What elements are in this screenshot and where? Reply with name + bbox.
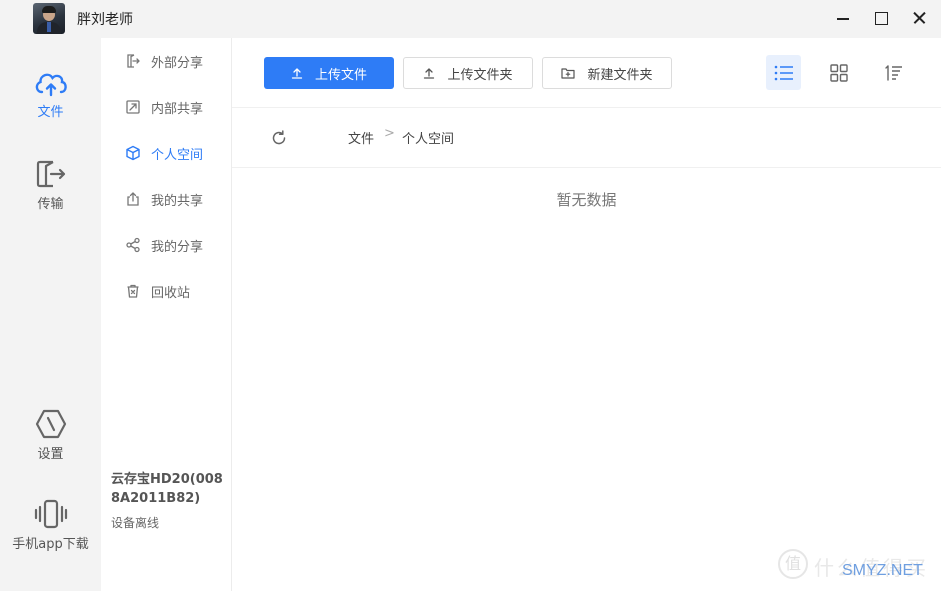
upload-folder-label: 上传文件夹 — [447, 67, 513, 83]
device-status: 设备离线 — [111, 516, 160, 530]
subnav-item-personal-space[interactable]: 个人空间 — [125, 143, 203, 163]
cube-icon — [126, 145, 140, 161]
subnav-item-label: 内部共享 — [151, 101, 204, 117]
list-view-button[interactable] — [766, 55, 801, 90]
subnav-item-label: 个人空间 — [151, 147, 204, 163]
path-bar: 文件 > 个人空间 — [232, 108, 941, 168]
share-nodes-icon — [126, 237, 140, 253]
external-share-icon — [127, 54, 140, 68]
secondary-nav: 外部分享 内部共享 个人空间 我的共享 我的分享 回收站 云存宝HD20(008… — [101, 38, 232, 591]
empty-state-text: 暂无数据 — [556, 191, 617, 209]
subnav-item-my-links[interactable]: 我的分享 — [125, 235, 203, 255]
subnav-item-internal-share[interactable]: 内部共享 — [125, 97, 203, 117]
rail-item-app-download[interactable]: 手机app下载 — [0, 498, 101, 552]
new-folder-icon — [561, 68, 576, 79]
upload-icon — [424, 68, 435, 79]
grid-view-icon — [829, 63, 848, 82]
rail-item-label: 文件 — [37, 105, 64, 120]
watermark-logo: 值 — [778, 549, 808, 579]
breadcrumb-files[interactable]: 文件 — [348, 128, 374, 147]
rail-item-transfer[interactable]: 传输 — [0, 158, 101, 212]
upload-file-button[interactable]: 上传文件 — [264, 57, 394, 89]
transfer-icon — [36, 160, 65, 188]
upload-share-icon — [127, 192, 139, 206]
new-folder-button[interactable]: 新建文件夹 — [542, 57, 672, 89]
upload-file-label: 上传文件 — [314, 67, 367, 83]
device-name: 云存宝HD20(0088A2011B82) — [111, 472, 223, 506]
breadcrumb-personal-space: 个人空间 — [402, 132, 455, 147]
trash-icon — [127, 284, 139, 298]
settings-icon — [35, 409, 66, 439]
rail-item-label: 设置 — [37, 447, 64, 462]
subnav-item-label: 回收站 — [151, 285, 191, 301]
watermark-site: SMYZ.NET — [842, 562, 923, 579]
maximize-icon[interactable] — [866, 5, 896, 31]
phone-icon — [34, 499, 67, 529]
cloud-icon — [35, 73, 67, 97]
upload-icon — [291, 68, 303, 79]
upload-folder-button[interactable]: 上传文件夹 — [403, 57, 533, 89]
primary-nav: 文件 传输 设置 手机app下载 — [0, 38, 101, 591]
internal-share-icon — [126, 100, 140, 114]
close-icon[interactable] — [905, 5, 935, 31]
minimize-icon[interactable] — [828, 5, 858, 31]
rail-item-files[interactable]: 文件 — [0, 68, 101, 120]
device-info: 云存宝HD20(0088A2011B82) 设备离线 — [111, 470, 229, 531]
rail-item-settings[interactable]: 设置 — [0, 408, 101, 462]
toolbar: 上传文件 上传文件夹 新建文件夹 — [232, 38, 941, 108]
list-view-icon — [774, 65, 793, 80]
watermark: 值 什么值得买 SMYZ.NET — [778, 549, 938, 585]
subnav-item-recycle-bin[interactable]: 回收站 — [125, 281, 190, 301]
subnav-item-label: 外部分享 — [151, 55, 204, 71]
rail-item-label: 手机app下载 — [12, 537, 89, 552]
refresh-icon[interactable] — [270, 129, 288, 147]
subnav-item-my-shares[interactable]: 我的共享 — [125, 189, 203, 209]
rail-item-label: 传输 — [37, 197, 64, 212]
avatar — [33, 3, 65, 34]
subnav-item-external-share[interactable]: 外部分享 — [125, 51, 203, 71]
subnav-item-label: 我的分享 — [151, 239, 204, 255]
sort-icon — [884, 64, 902, 81]
grid-view-button[interactable] — [821, 55, 856, 90]
breadcrumb-separator: > — [384, 126, 395, 141]
new-folder-label: 新建文件夹 — [587, 67, 653, 83]
subnav-item-label: 我的共享 — [151, 193, 204, 209]
sort-button[interactable] — [876, 55, 911, 90]
main-content: 上传文件 上传文件夹 新建文件夹 文件 > 个人空间 暂无数据 — [232, 38, 941, 591]
title-bar: 胖刘老师 — [0, 0, 941, 38]
window-title: 胖刘老师 — [77, 12, 133, 28]
